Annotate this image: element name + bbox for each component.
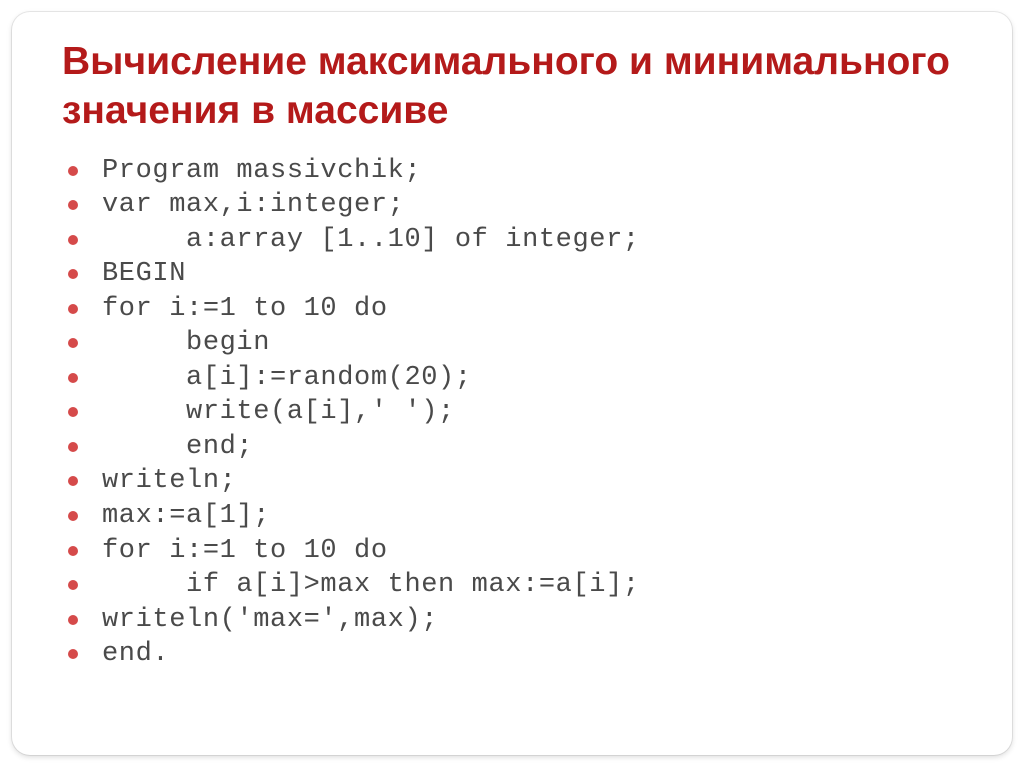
code-line: write(a[i],' '); [102, 395, 962, 430]
code-line: for i:=1 to 10 do [102, 534, 962, 569]
code-line: var max,i:integer; [102, 188, 962, 223]
code-line: a[i]:=random(20); [102, 361, 962, 396]
code-line: for i:=1 to 10 do [102, 292, 962, 327]
code-line: end. [102, 637, 962, 672]
code-listing: Program massivchik; var max,i:integer; a… [62, 154, 962, 672]
slide-container: Вычисление максимального и минимального … [12, 12, 1012, 755]
slide-title: Вычисление максимального и минимального … [62, 38, 962, 136]
code-line: a:array [1..10] of integer; [102, 223, 962, 258]
code-line: writeln; [102, 464, 962, 499]
code-line: end; [102, 430, 962, 465]
code-line: BEGIN [102, 257, 962, 292]
code-line: begin [102, 326, 962, 361]
code-line: max:=a[1]; [102, 499, 962, 534]
code-line: writeln('max=',max); [102, 603, 962, 638]
code-line: Program massivchik; [102, 154, 962, 189]
code-line: if a[i]>max then max:=a[i]; [102, 568, 962, 603]
